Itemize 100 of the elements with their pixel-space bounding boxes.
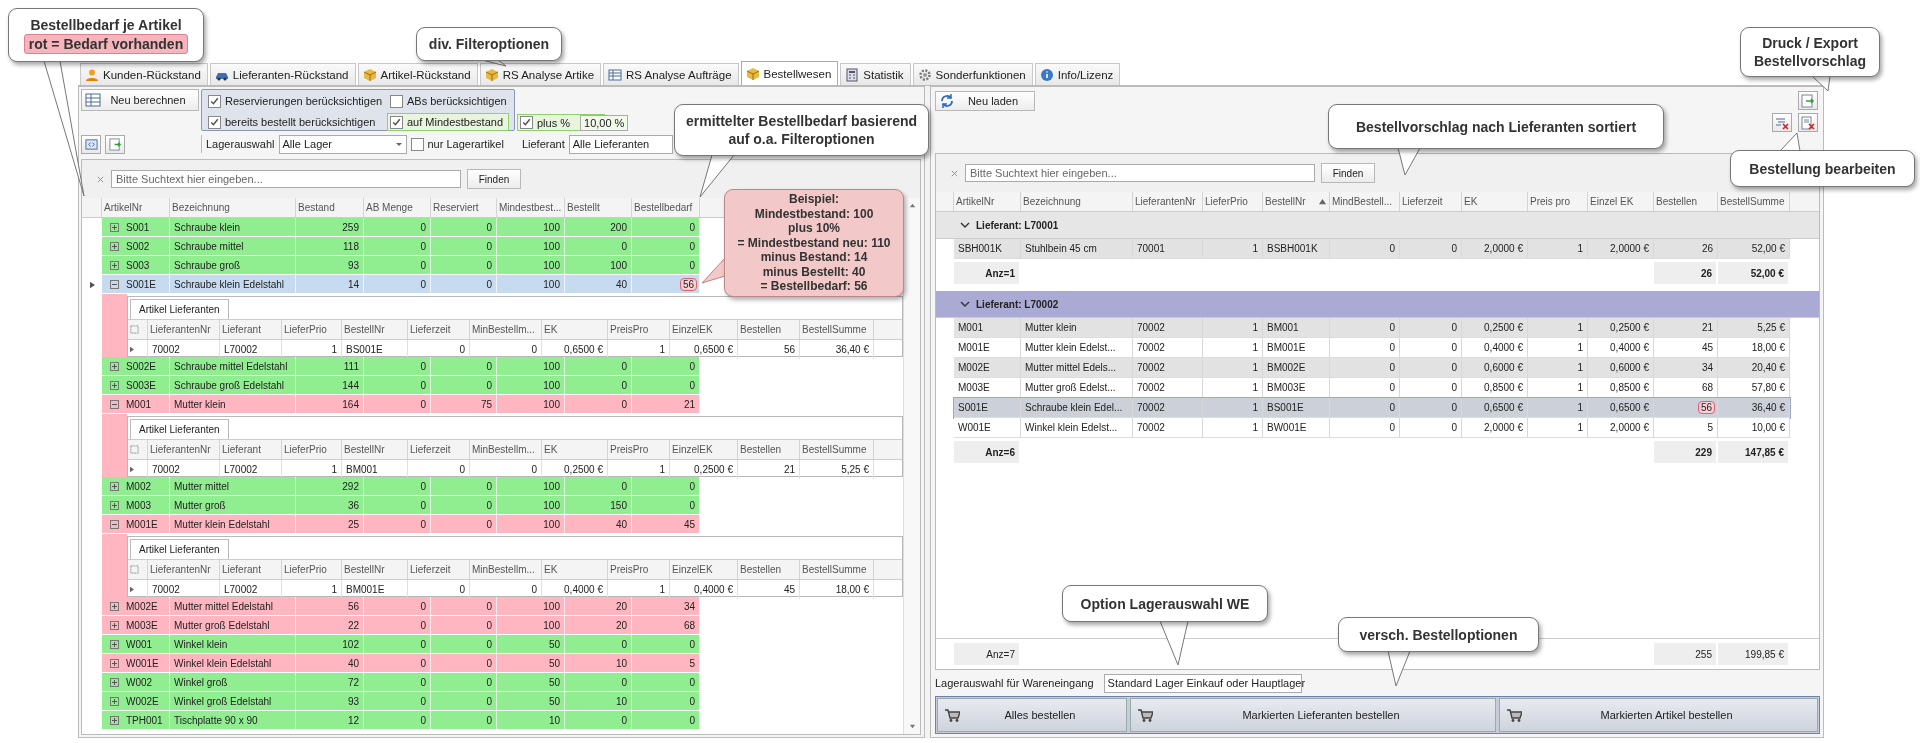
column-header[interactable]: Lieferzeit [1400,192,1462,211]
column-header[interactable]: PreisPro [608,320,670,339]
table-row[interactable]: S002E Schraube mittel Edelstahl 111 0 0 100 0 0 [102,357,700,376]
column-header[interactable]: Bestellen [738,440,800,459]
column-header[interactable]: MinBestellm... [470,440,542,459]
column-header[interactable]: Lieferant [220,440,282,459]
column-header[interactable]: LieferPrio [1203,192,1263,211]
column-header[interactable]: ArtikelNr [102,198,170,217]
supplier-field[interactable]: Alle Lieferanten [568,134,673,154]
column-header[interactable]: BestellNr [342,320,408,339]
table-row[interactable]: M001E Mutter klein Edelstahl 25 0 0 100 40 45 [102,515,700,534]
column-header[interactable]: PreisPro [608,440,670,459]
column-header[interactable]: BestellSumme [800,440,874,459]
table-row[interactable]: M001E Mutter klein Edelst... 70002 1 BM001E 0 0 0,4000 € 1 0,4000 € 45 18,00 € [954,338,1790,358]
expand-toggle[interactable] [110,677,119,687]
table-row[interactable]: S001E Schraube klein Edelstahl 14 0 0 100 40 56 [102,275,700,294]
table-row[interactable]: M001 Mutter klein 164 0 75 100 0 21 [102,395,700,414]
column-header[interactable]: Bestellt [565,198,632,217]
column-header[interactable]: EinzelEK [670,560,738,579]
table-row[interactable]: M003 Mutter groß 36 0 0 100 150 0 [102,496,700,515]
column-header[interactable]: EinzelEK [670,320,738,339]
storage-dropdown[interactable]: Alle Lager [278,134,407,154]
search-field[interactable]: Bitte Suchtext hier eingeben... [965,164,1315,182]
column-header[interactable]: Bestellen [738,560,800,579]
recalc-button[interactable]: Neu berechnen [81,89,199,111]
column-header[interactable]: MindBestell... [1330,192,1400,211]
tab[interactable]: Artikel Lieferanten [130,299,229,319]
column-header[interactable]: LieferantenNr [148,440,220,459]
group-row[interactable]: Lieferant: L70002 [936,291,1819,318]
clear-icon[interactable] [96,174,105,184]
scrollbar[interactable] [903,198,920,734]
expand-toggle[interactable] [110,500,119,510]
checkbox[interactable] [410,137,424,151]
column-header[interactable]: PreisPro [608,560,670,579]
order-button[interactable]: Markierten Lieferanten bestellen [1130,698,1496,732]
checkbox[interactable] [390,94,403,108]
column-header[interactable]: Bezeichnung [170,198,296,217]
column-header[interactable]: BestellSumme [1718,192,1790,211]
column-header[interactable]: AB Menge [364,198,431,217]
expand-toggle[interactable] [110,361,119,371]
percent-field[interactable]: 10,00 % [580,114,629,131]
expand-toggle[interactable] [110,519,119,529]
table-row[interactable]: TPH001 Tischplatte 90 x 90 12 0 0 10 0 0 [102,711,700,730]
chevron-icon[interactable] [960,299,970,309]
delete-button[interactable] [1772,113,1792,132]
tab[interactable]: Artikel-Rückstand [357,63,478,85]
column-header[interactable]: BestellSumme [800,320,874,339]
column-header[interactable]: MinBestellm... [470,320,542,339]
table-row[interactable]: S003 Schraube groß 93 0 0 100 100 0 [102,256,700,275]
column-header[interactable]: BestellNr [342,560,408,579]
column-header[interactable]: Mindestbest... [497,198,565,217]
tab[interactable]: Statistik [840,63,911,85]
column-header[interactable]: BestellNr [1263,192,1330,211]
arrow-down-icon[interactable] [907,722,917,731]
table-row[interactable]: W002E Winkel groß Edelstahl 93 0 0 50 10 0 [102,692,700,711]
column-header[interactable]: Bestellbedarf [632,198,700,217]
column-header[interactable]: EK [542,560,608,579]
tab[interactable]: Kunden-Rückstand [80,63,208,85]
column-header[interactable]: EK [542,440,608,459]
tab[interactable]: RS Analyse Aufträge [603,63,739,85]
column-header[interactable]: BestellNr [342,440,408,459]
column-header[interactable]: LieferantenNr [148,560,220,579]
table-row[interactable]: W001 Winkel klein 102 0 0 50 0 0 [102,635,700,654]
export-button[interactable] [105,134,125,154]
table-row[interactable]: W001E Winkel klein Edelst... 70002 1 BW001E 0 0 2,0000 € 1 2,0000 € 5 10,00 € [954,418,1790,438]
column-header[interactable]: EinzelEK [670,440,738,459]
delete-button[interactable] [1798,113,1818,132]
column-header[interactable]: Bezeichnung [1021,192,1133,211]
expand-toggle[interactable] [110,715,119,725]
tab[interactable]: Lieferanten-Rückstand [209,63,356,85]
column-header[interactable]: LieferPrio [282,560,342,579]
column-header[interactable]: Lieferzeit [408,320,470,339]
find-button[interactable]: Finden [467,169,521,189]
find-button[interactable]: Finden [1321,163,1375,183]
column-header[interactable]: Einzel EK [1588,192,1654,211]
column-header[interactable]: Lieferzeit [408,440,470,459]
table-row[interactable]: M002E Mutter mittel Edels... 70002 1 BM002E 0 0 0,6000 € 1 0,6000 € 34 20,40 € [954,358,1790,378]
expand-toggle[interactable] [110,260,119,270]
expand-toggle[interactable] [110,639,119,649]
tab[interactable]: RS Analyse Artike [479,63,602,85]
expand-toggle[interactable] [110,399,119,409]
table-row[interactable]: M002 Mutter mittel 292 0 0 100 0 0 [102,477,700,496]
tab[interactable]: Artikel Lieferanten [130,419,229,439]
export-button[interactable] [1798,91,1818,110]
table-row[interactable]: S001E Schraube klein Edel... 70002 1 BS001E 0 0 0,6500 € 1 0,6500 € 56 36,40 € [954,398,1790,418]
table-row[interactable]: M003E Mutter groß Edelstahl 22 0 0 100 20 68 [102,616,700,635]
tab[interactable]: Artikel Lieferanten [130,539,229,559]
column-header[interactable]: LieferantenNr [1133,192,1203,211]
column-header[interactable]: EK [542,320,608,339]
table-row[interactable]: SBH001K Stuhlbein 45 cm 70001 1 BSBH001K 0 0 2,0000 € 1 2,0000 € 26 52,00 € [954,239,1790,259]
table-row[interactable]: M002E Mutter mittel Edelstahl 56 0 0 100 20 34 [102,597,700,616]
table-row[interactable]: S001 Schraube klein 259 0 0 100 200 0 [102,218,700,237]
expand-toggle[interactable] [110,658,119,668]
reload-button[interactable]: Neu laden [935,91,1035,111]
table-row[interactable]: W001E Winkel klein Edelstahl 40 0 0 50 10 5 [102,654,700,673]
column-header[interactable]: Bestellen [1654,192,1718,211]
order-button[interactable]: Alles bestellen [937,698,1127,732]
group-row[interactable]: Lieferant: L70001 [936,212,1819,239]
arrow-up-icon[interactable] [907,201,917,210]
column-header[interactable]: Lieferant [220,320,282,339]
